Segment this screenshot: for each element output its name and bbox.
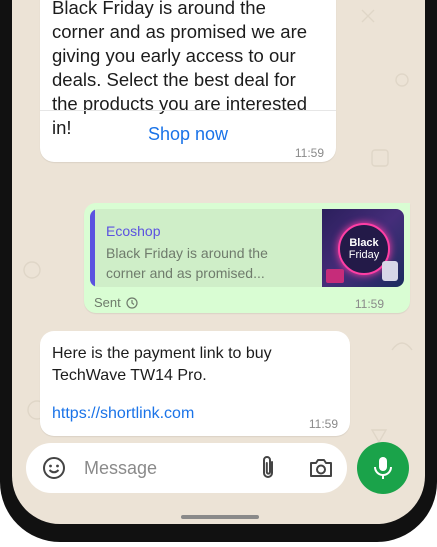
phone-frame: Black Friday is around the corner and as… xyxy=(0,0,437,542)
quoted-thumbnail: Black Friday xyxy=(322,209,404,287)
home-indicator xyxy=(181,515,259,519)
mic-icon xyxy=(374,457,392,479)
quoted-sender-name: Ecoshop xyxy=(106,223,161,239)
incoming-message-bubble: Black Friday is around the corner and as… xyxy=(40,0,336,162)
quoted-message[interactable]: Ecoshop Black Friday is around the corne… xyxy=(90,209,404,287)
clock-icon xyxy=(126,296,138,309)
thumbnail-device-2 xyxy=(382,261,398,281)
thumbnail-title-line1: Black xyxy=(349,237,379,249)
paperclip-icon[interactable] xyxy=(256,455,280,481)
quoted-text: Black Friday is around the corner and as… xyxy=(106,245,268,281)
emoji-icon[interactable] xyxy=(42,456,66,480)
message-text: Here is the payment link to buy TechWave… xyxy=(52,345,272,384)
divider xyxy=(40,110,336,111)
payment-link[interactable]: https://shortlink.com xyxy=(52,405,194,423)
quote-accent-bar xyxy=(90,209,95,287)
message-input[interactable] xyxy=(82,454,236,482)
incoming-message-bubble: Here is the payment link to buy TechWave… xyxy=(40,331,350,436)
message-time: 11:59 xyxy=(354,297,384,311)
voice-record-button[interactable] xyxy=(357,442,409,494)
sent-status: Sent xyxy=(94,295,138,310)
thumbnail-device-1 xyxy=(326,269,344,283)
outgoing-message-bubble: Ecoshop Black Friday is around the corne… xyxy=(84,203,410,313)
shop-now-button[interactable]: Shop now xyxy=(40,124,336,145)
message-composer xyxy=(26,443,347,493)
message-text: Black Friday is around the corner and as… xyxy=(52,0,308,138)
chat-screen: Black Friday is around the corner and as… xyxy=(12,0,425,524)
message-time: 11:59 xyxy=(294,146,324,160)
thumbnail-title-line2: Friday xyxy=(348,249,380,261)
sent-label: Sent xyxy=(94,295,121,310)
message-time: 11:59 xyxy=(308,417,338,431)
camera-icon[interactable] xyxy=(308,456,334,480)
